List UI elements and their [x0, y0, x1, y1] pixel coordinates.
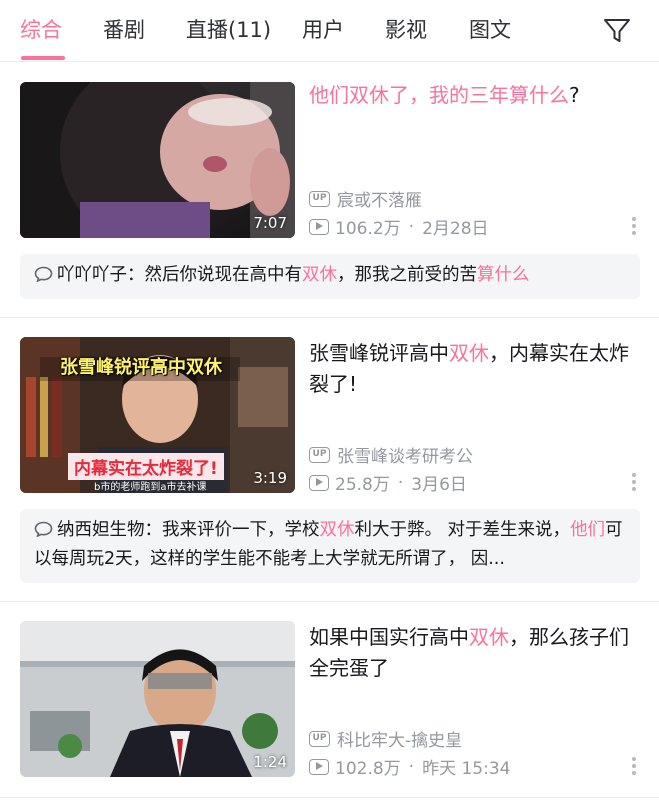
comment-icon	[34, 266, 53, 282]
up-badge-icon: UP	[309, 730, 330, 747]
comment-icon	[34, 521, 53, 537]
tab-film-tv[interactable]: 影视	[385, 14, 427, 44]
video-duration: 7:07	[253, 214, 287, 232]
play-count-icon	[309, 218, 329, 235]
tab-users[interactable]: 用户	[302, 14, 344, 44]
publish-date: 3月6日	[411, 475, 467, 495]
video-thumbnail[interactable]: 张雪峰锐评高中双休 内幕实在太炸裂了! b市的老师跑到a市去补课 3:19	[20, 337, 295, 493]
video-duration: 3:19	[253, 469, 287, 487]
video-title[interactable]: 他们双休了，我的三年算什么?	[309, 80, 629, 111]
uploader-name: 张雪峰谈考研考公	[337, 447, 473, 467]
up-badge-icon: UP	[309, 446, 330, 463]
thumbnail-caption-bottom: 内幕实在太炸裂了!	[68, 453, 224, 480]
more-options-icon[interactable]	[630, 757, 638, 777]
view-count: 106.2万	[335, 219, 401, 239]
active-tab-indicator	[21, 56, 65, 60]
stats-row: 106.2万 · 2月28日	[309, 214, 489, 239]
comment-author: 纳西妲生物：	[57, 520, 162, 540]
more-options-icon[interactable]	[630, 473, 638, 493]
more-options-icon[interactable]	[630, 217, 638, 237]
video-thumbnail[interactable]: 1:24	[20, 621, 295, 777]
divider	[0, 797, 659, 798]
divider	[0, 601, 659, 602]
tab-comprehensive[interactable]: 综合	[20, 14, 62, 44]
tab-live[interactable]: 直播(11)	[186, 14, 271, 44]
video-thumbnail[interactable]: 7:07	[20, 82, 295, 238]
tab-articles[interactable]: 图文	[469, 14, 511, 44]
hot-comment[interactable]: 纳西妲生物：我来评价一下，学校双休利大于弊。 对于差生来说，他们可以每周玩2天，…	[20, 509, 640, 583]
up-badge-icon: UP	[309, 190, 330, 207]
publish-date: 昨天 15:34	[422, 759, 511, 779]
publish-date: 2月28日	[422, 219, 489, 239]
stats-row: 102.8万 · 昨天 15:34	[309, 754, 510, 779]
uploader-row[interactable]: UP 宸或不落雁	[309, 186, 422, 211]
uploader-name: 宸或不落雁	[337, 191, 422, 211]
video-duration: 1:24	[253, 753, 287, 771]
uploader-name: 科比牢大-擒史皇	[337, 731, 463, 751]
tab-anime[interactable]: 番剧	[103, 14, 145, 44]
stats-row: 25.8万 · 3月6日	[309, 470, 467, 495]
uploader-row[interactable]: UP 科比牢大-擒史皇	[309, 726, 462, 751]
video-title[interactable]: 张雪峰锐评高中双休，内幕实在太炸裂了!	[309, 338, 629, 400]
view-count: 102.8万	[335, 759, 401, 779]
divider	[0, 317, 659, 318]
comment-author: 吖吖吖子：	[57, 265, 145, 285]
thumbnail-caption-top: 张雪峰锐评高中双休	[60, 357, 222, 378]
thumbnail-subtitle: b市的老师跑到a市去补课	[94, 482, 207, 493]
view-count: 25.8万	[335, 475, 390, 495]
uploader-row[interactable]: UP 张雪峰谈考研考公	[309, 442, 473, 467]
video-title[interactable]: 如果中国实行高中双休，那么孩子们全完蛋了	[309, 622, 629, 684]
hot-comment[interactable]: 吖吖吖子：然后你说现在高中有双休，那我之前受的苦算什么	[20, 254, 640, 299]
tab-bar: 综合 番剧 直播(11) 用户 影视 图文	[0, 0, 659, 62]
play-count-icon	[309, 758, 329, 775]
play-count-icon	[309, 474, 329, 491]
filter-icon[interactable]	[602, 16, 632, 46]
